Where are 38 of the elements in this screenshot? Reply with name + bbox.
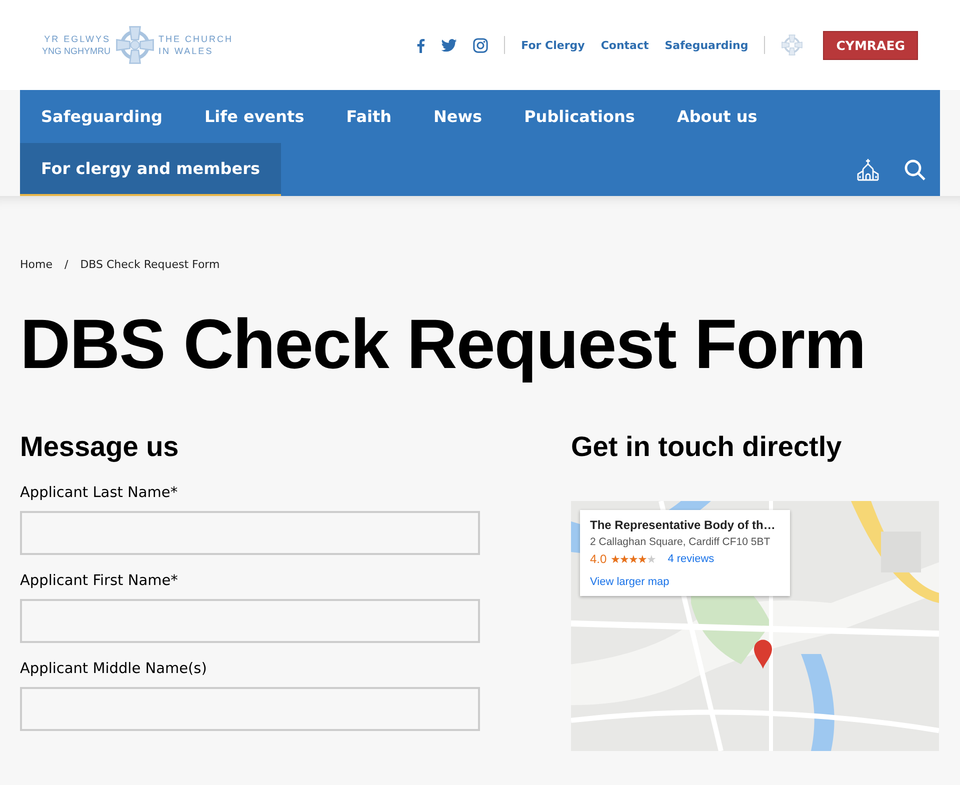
- input-field[interactable]: [20, 511, 480, 555]
- field-label: Applicant Last Name*: [20, 485, 179, 501]
- breadcrumb-current: DBS Check Request Form: [80, 258, 220, 271]
- breadcrumb-separator: /: [64, 258, 68, 271]
- nav-item[interactable]: For clergy and members: [20, 143, 282, 196]
- top-link[interactable]: For Clergy: [521, 38, 585, 52]
- section-heading: Message us: [20, 431, 180, 463]
- input-field[interactable]: [20, 599, 480, 643]
- reviews-link[interactable]: 4 reviews: [668, 553, 714, 565]
- facebook-icon[interactable]: [416, 38, 426, 52]
- instagram-icon[interactable]: [473, 38, 488, 52]
- breadcrumb-link[interactable]: Home: [20, 258, 52, 271]
- rating-value: 4.0: [590, 552, 607, 566]
- twitter-icon[interactable]: [441, 38, 458, 52]
- place-name: The Representative Body of th…: [590, 518, 776, 532]
- language-button[interactable]: CYMRAEG: [823, 30, 918, 60]
- larger-map-link[interactable]: View larger map: [590, 576, 670, 588]
- section-heading: Get in touch directly: [571, 431, 843, 463]
- field-label: Applicant Middle Name(s): [20, 661, 208, 677]
- top-link[interactable]: Contact: [600, 38, 649, 52]
- input-field[interactable]: [20, 687, 480, 731]
- search-icon[interactable]: [904, 158, 926, 180]
- logo-text: YR EGLWYS: [44, 33, 111, 45]
- nav-item[interactable]: Publications: [503, 90, 656, 143]
- celtic-cross-icon: [114, 25, 155, 65]
- nav-item[interactable]: Safeguarding: [20, 90, 184, 143]
- logo-text: YNG NGHYMRU: [42, 45, 111, 57]
- place-address: 2 Callaghan Square, Cardiff CF10 5BT: [590, 536, 770, 548]
- star-rating: ★★★★★: [610, 552, 656, 566]
- nav-item[interactable]: News: [412, 90, 504, 143]
- nav-item[interactable]: Faith: [325, 90, 413, 143]
- logo-text: THE CHURCH: [158, 33, 234, 45]
- logo-text: IN WALES: [158, 45, 214, 57]
- top-link[interactable]: Safeguarding: [664, 38, 748, 52]
- nav-item[interactable]: Life events: [183, 90, 326, 143]
- nav-item[interactable]: About us: [656, 90, 778, 143]
- church-icon[interactable]: [856, 158, 880, 182]
- field-label: Applicant First Name*: [20, 573, 179, 589]
